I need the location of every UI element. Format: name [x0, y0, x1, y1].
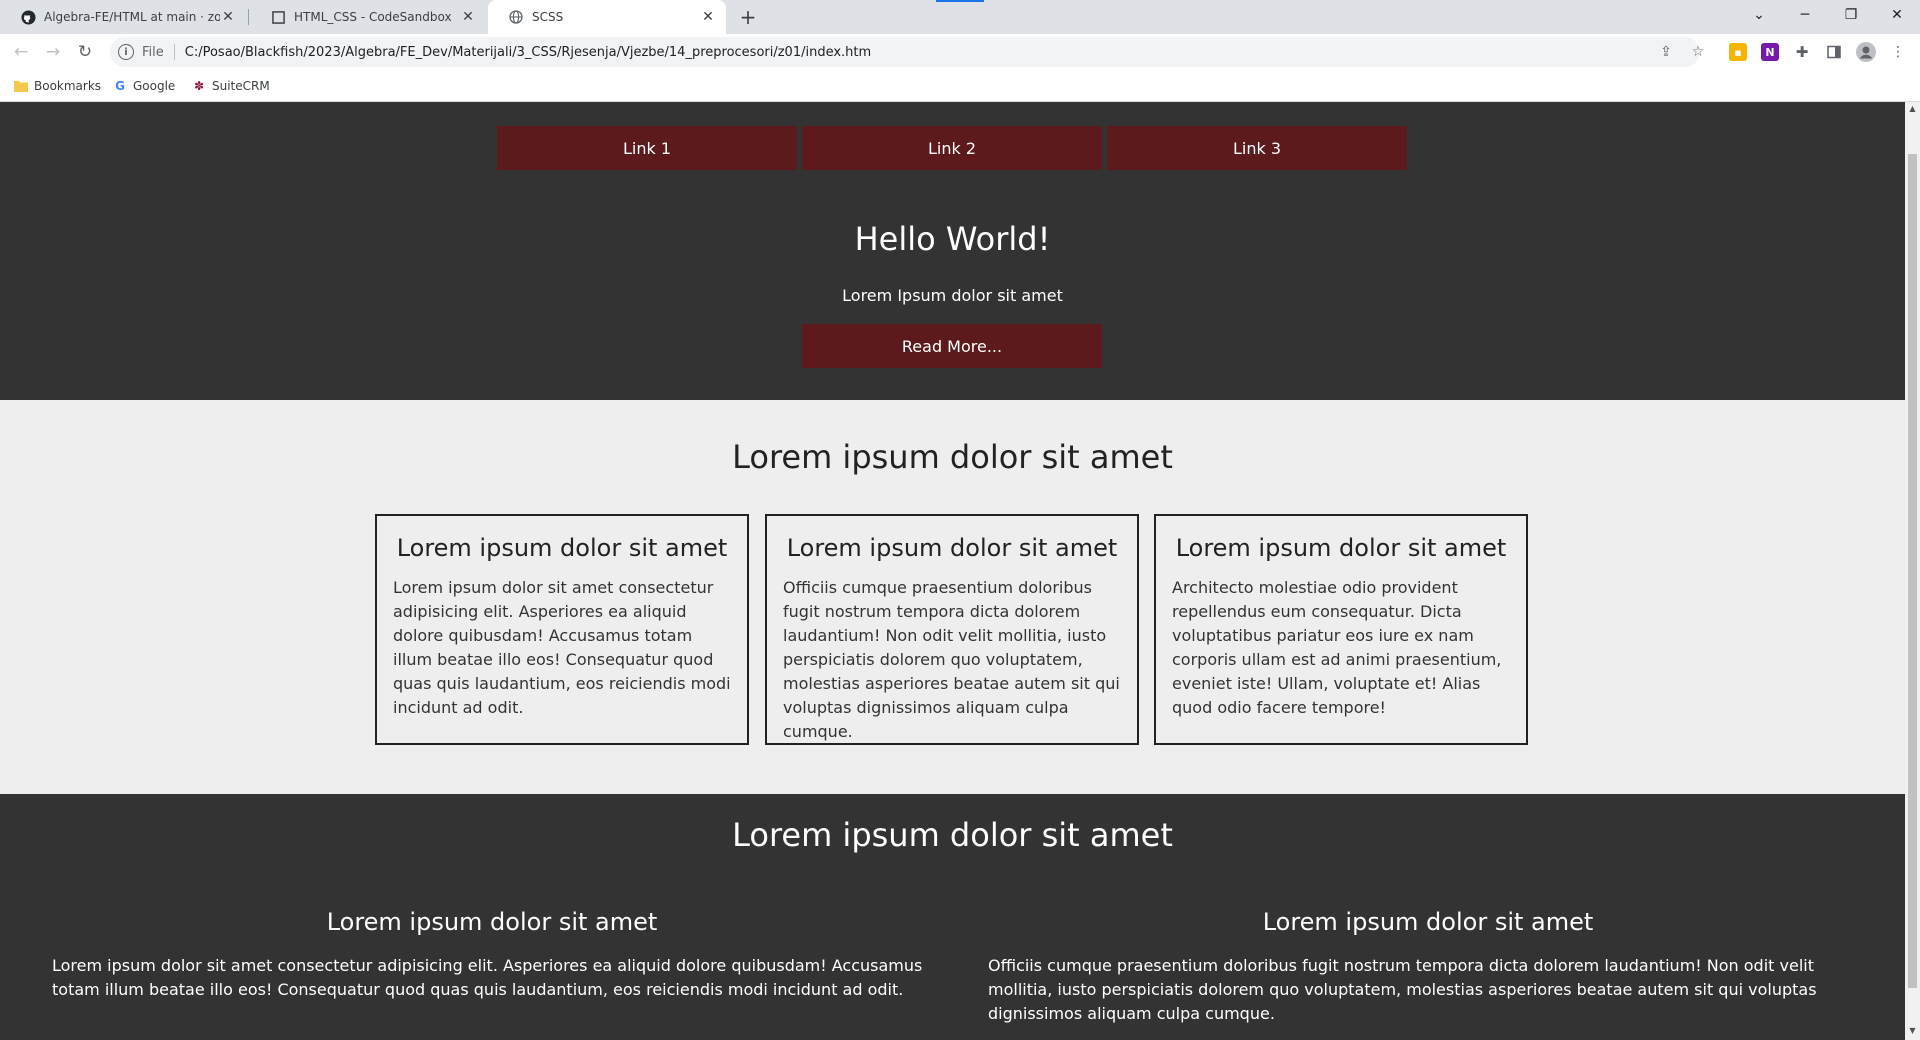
- bookmark-label: SuiteCRM: [212, 79, 270, 93]
- bookmark-google[interactable]: G Google: [113, 77, 175, 95]
- card-text: Lorem ipsum dolor sit amet consectetur a…: [393, 578, 731, 717]
- hero-title: Hello World!: [854, 220, 1051, 258]
- side-panel-icon[interactable]: [1824, 42, 1844, 62]
- tab-scss[interactable]: SCSS ✕: [488, 0, 726, 34]
- restore-icon[interactable]: ❐: [1828, 0, 1874, 30]
- github-icon: [20, 9, 36, 25]
- globe-icon: [508, 9, 524, 25]
- features-section: Lorem ipsum dolor sit amet Lorem ipsum d…: [0, 400, 1905, 794]
- bottom-column: Lorem ipsum dolor sit amet Lorem ipsum d…: [52, 908, 932, 1002]
- hero-subtitle: Lorem Ipsum dolor sit amet: [842, 286, 1063, 305]
- tab-github[interactable]: Algebra-FE/HTML at main · zoris ✕: [0, 0, 246, 34]
- tab-search-icon[interactable]: ⌄: [1736, 0, 1782, 30]
- folder-icon: [14, 79, 28, 93]
- star-icon[interactable]: ☆: [1688, 42, 1708, 62]
- tab-title: Algebra-FE/HTML at main · zoris: [44, 10, 220, 24]
- close-icon[interactable]: ✕: [460, 9, 476, 25]
- back-arrow-icon[interactable]: ←: [9, 40, 33, 64]
- bookmark-suitecrm[interactable]: ✽ SuiteCRM: [192, 77, 270, 95]
- tab-strip: Algebra-FE/HTML at main · zoris ✕ HTML_C…: [0, 0, 1920, 34]
- main-nav: Link 1 Link 2 Link 3: [497, 126, 1407, 170]
- minimize-icon[interactable]: ─: [1782, 0, 1828, 30]
- window-close-icon[interactable]: ✕: [1874, 0, 1920, 30]
- menu-kebab-icon[interactable]: ⋮: [1888, 42, 1908, 62]
- column-title: Lorem ipsum dolor sit amet: [1262, 908, 1594, 936]
- nav-link-3[interactable]: Link 3: [1107, 126, 1407, 170]
- feature-card: Lorem ipsum dolor sit amet Officiis cumq…: [765, 514, 1139, 745]
- bookmarks-bar: Bookmarks G Google ✽ SuiteCRM: [0, 70, 1920, 102]
- scrollbar-thumb[interactable]: [1908, 154, 1917, 988]
- file-chip: File: [142, 44, 164, 60]
- card-text: Officiis cumque praesentium doloribus fu…: [783, 578, 1120, 741]
- reload-icon[interactable]: ↻: [73, 40, 97, 64]
- codesandbox-icon: [270, 9, 286, 25]
- profile-avatar-icon[interactable]: [1856, 42, 1876, 62]
- address-bar[interactable]: i File C:/Posao/Blackfish/2023/Algebra/F…: [110, 37, 1700, 67]
- scroll-down-icon[interactable]: ▼: [1908, 1026, 1917, 1036]
- url-text[interactable]: C:/Posao/Blackfish/2023/Algebra/FE_Dev/M…: [185, 45, 871, 60]
- close-icon[interactable]: ✕: [220, 9, 236, 25]
- bookmark-folder[interactable]: Bookmarks: [14, 77, 101, 95]
- page-scrollbar[interactable]: ▲ ▼: [1905, 102, 1920, 1040]
- google-icon: G: [115, 79, 125, 93]
- browser-toolbar: ← → ↻ i File C:/Posao/Blackfish/2023/Alg…: [0, 34, 1920, 70]
- tab-separator: [248, 9, 249, 25]
- suitecrm-icon: ✽: [193, 79, 205, 93]
- bookmark-label: Google: [133, 79, 176, 93]
- read-more-button[interactable]: Read More...: [802, 324, 1102, 368]
- loading-indicator: [936, 0, 984, 2]
- extension-keep-icon[interactable]: ▪: [1729, 43, 1747, 61]
- card-title: Lorem ipsum dolor sit amet: [396, 534, 728, 562]
- card-title: Lorem ipsum dolor sit amet: [786, 534, 1118, 562]
- tab-title: SCSS: [532, 10, 564, 24]
- new-tab-button[interactable]: +: [736, 5, 760, 29]
- feature-card: Lorem ipsum dolor sit amet Lorem ipsum d…: [375, 514, 749, 745]
- extensions-puzzle-icon[interactable]: ✚: [1792, 42, 1812, 62]
- card-text: Architecto molestiae odio provident repe…: [1172, 578, 1502, 717]
- feature-card: Lorem ipsum dolor sit amet Architecto mo…: [1154, 514, 1528, 745]
- tab-title: HTML_CSS - CodeSandbox: [294, 10, 452, 24]
- divider: [173, 44, 175, 60]
- info-icon[interactable]: i: [118, 44, 134, 60]
- card-title: Lorem ipsum dolor sit amet: [1175, 534, 1507, 562]
- onenote-icon[interactable]: N: [1761, 43, 1779, 61]
- bookmark-label: Bookmarks: [34, 79, 102, 93]
- column-text: Lorem ipsum dolor sit amet consectetur a…: [52, 956, 923, 999]
- bottom-title: Lorem ipsum dolor sit amet: [732, 816, 1173, 854]
- nav-link-2[interactable]: Link 2: [802, 126, 1102, 170]
- tab-codesandbox[interactable]: HTML_CSS - CodeSandbox ✕: [250, 0, 486, 34]
- close-icon[interactable]: ✕: [700, 9, 716, 25]
- page-viewport: Link 1 Link 2 Link 3 Hello World! Lorem …: [0, 102, 1905, 1040]
- scroll-up-icon[interactable]: ▲: [1908, 104, 1917, 114]
- features-title: Lorem ipsum dolor sit amet: [732, 438, 1173, 476]
- share-icon[interactable]: ⇪: [1656, 42, 1676, 62]
- column-title: Lorem ipsum dolor sit amet: [326, 908, 658, 936]
- nav-link-1[interactable]: Link 1: [497, 126, 797, 170]
- hero-section: Link 1 Link 2 Link 3 Hello World! Lorem …: [0, 102, 1905, 400]
- bottom-column: Lorem ipsum dolor sit amet Officiis cumq…: [988, 908, 1868, 1026]
- column-text: Officiis cumque praesentium doloribus fu…: [988, 956, 1817, 1023]
- forward-arrow-icon[interactable]: →: [41, 40, 65, 64]
- bottom-section: Lorem ipsum dolor sit amet Lorem ipsum d…: [0, 794, 1905, 1040]
